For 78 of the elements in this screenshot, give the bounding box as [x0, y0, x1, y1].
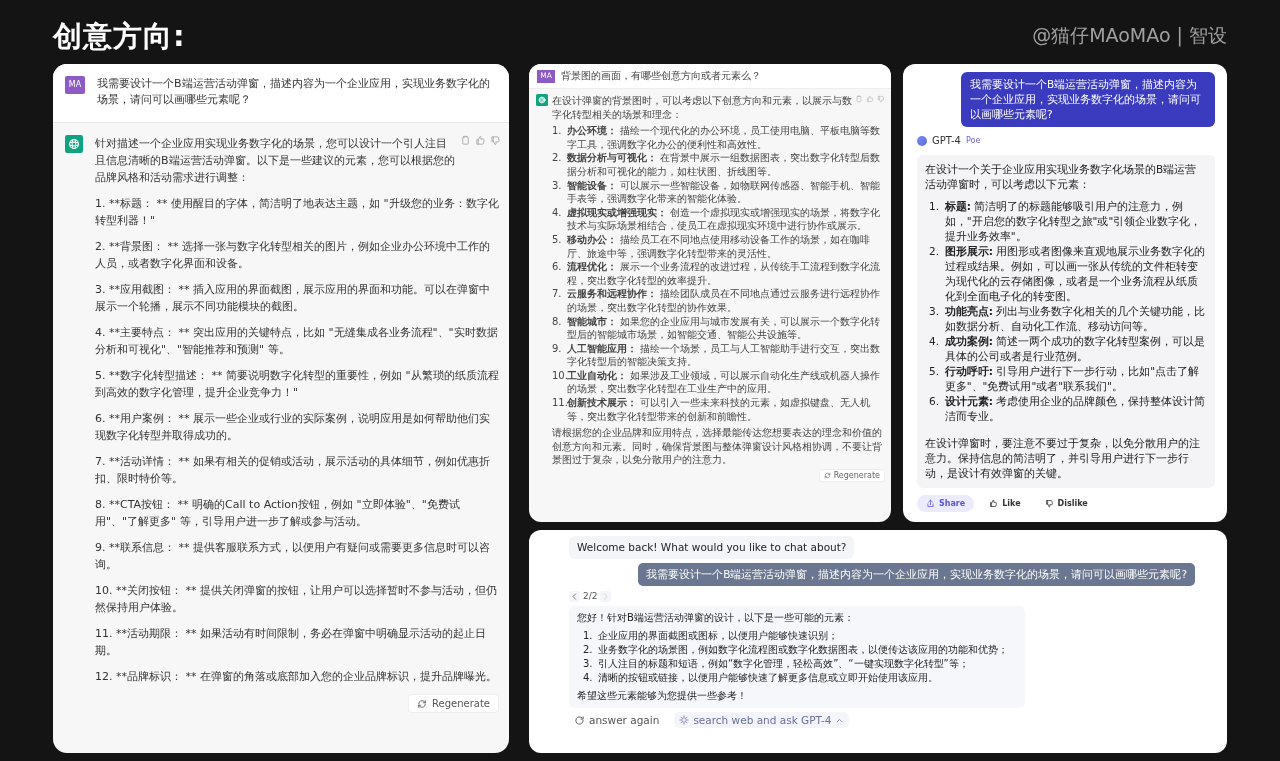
- answer-closing: 希望这些元素能够为您提供一些参考！: [577, 689, 748, 703]
- next-button[interactable]: [600, 590, 612, 602]
- thumbs-up-icon[interactable]: [475, 135, 486, 146]
- question-text: 背景图的画面，有哪些创意方向或者元素么？: [561, 69, 761, 83]
- thumbs-up-icon: [989, 499, 999, 508]
- question-text: 我需要设计一个B端运营活动弹窗，描述内容为一个企业应用，实现业务数字化的场景，请问可以画哪些元素呢？: [97, 76, 491, 108]
- regenerate-button[interactable]: Regenerate: [818, 469, 885, 483]
- list-item: 2. 图形展示: 用图形或者图像来直观地展示业务数字化的过程或结果。例如，可以画一张从传统的文件柜转变为现代化的云存储图像，或者是一个业务流程从纸质化到全面电子化的转变图。: [929, 244, 1207, 304]
- share-button[interactable]: Share: [917, 495, 975, 512]
- list-item: 3. 智能设备： 可以展示一些智能设备，如物联网传感器、智能手机、智能手表等，强调数字化带来的智能化体验。: [552, 178, 882, 206]
- list-item: 1. 标题: 简洁明了的标题能够吸引用户的注意力，例如，"开启您的数字化转型之旅"或"引领企业数字化，提升业务效率"。: [929, 199, 1203, 244]
- regenerate-icon: [417, 698, 428, 709]
- answer-closing: 请根据您的企业品牌和应用特点，选择最能传达您想要表达的理念和价值的创意方向和元素。同时，确保背景图与整体弹窗设计风格相协调，不要让背景图过于复杂，以免分散用户的注意力。: [552, 426, 883, 468]
- list-item: 6. 流程优化： 展示一个业务流程的改进过程，从传统手工流程到数字化流程，突出数字化转型的效率提升。: [552, 260, 882, 288]
- thumbs-down-icon: [1044, 499, 1054, 508]
- list-item: 5. 移动办公： 描绘员工在不同地点使用移动设备工作的场景，如在咖啡厅、旅途中等，强调数字化转型带来的灵活性。: [552, 232, 872, 261]
- chevron-left-icon: [570, 591, 579, 601]
- answer-paragraph: 7. **活动详情： ** 如果有相关的促销或活动，展示活动的具体细节，例如优惠折扣、限时特价等。: [95, 454, 491, 487]
- search-web-button[interactable]: search web and ask GPT-4: [674, 712, 850, 728]
- chatgpt-logo-icon: [536, 94, 548, 106]
- user-message-bubble: 我需要设计一个B端运营活动弹窗，描述内容为一个企业应用，实现业务数字化的场景，请问可以画哪些元素呢?: [638, 563, 1195, 586]
- answer-paragraph: 10. **关闭按钮： ** 提供关闭弹窗的按钮，让用户可以选择暂时不参与活动，但仍然保持用户体验。: [95, 583, 498, 616]
- sparkle-icon: [679, 715, 690, 725]
- answer-paragraph: 4. **主要特点： ** 突出应用的关键特点，比如 "无缝集成各业务流程"、"实时数据分析和可视化"、"智能推荐和预测" 等。: [95, 325, 499, 358]
- like-button[interactable]: Like: [980, 495, 1030, 512]
- list-item: 9. 人工智能应用： 描绘一个场景，员工与人工智能助手进行交互，突出数字化转型后的智能决策支持。: [552, 341, 882, 369]
- refresh-icon: [574, 714, 585, 726]
- answer-closing: 在设计弹窗时，要注意不要过于复杂，以免分散用户的注意力。保持信息的简洁明了，并引导用户进行下一步行动，是设计有效弹窗的关键。: [925, 436, 1201, 481]
- bot-avatar: [917, 136, 927, 146]
- platform-label: Poe: [965, 135, 981, 147]
- answer-paragraph: 12. **品牌标识： ** 在弹窗的角落或底部加入您的企业品牌标识，提升品牌曝光。: [95, 669, 498, 685]
- list-item: 2. 数据分析与可视化： 在背景中展示一组数据图表，突出数字化转型后数据分析和可视化的能力，如柱状图、折线图等。: [552, 151, 882, 179]
- share-icon: [926, 499, 935, 508]
- chatgpt-logo-icon: [65, 135, 83, 153]
- previous-button[interactable]: [569, 590, 580, 602]
- list-item: 1. 企业应用的界面截图或图标，以便用户能够快速识别；: [583, 629, 839, 643]
- user-avatar: MA: [65, 76, 85, 94]
- page-title: 创意方向:: [53, 18, 186, 55]
- answer-intro: 您好！针对B端运营活动弹窗的设计，以下是一些可能的元素：: [577, 611, 855, 625]
- regenerate-button[interactable]: Regenerate: [408, 694, 499, 713]
- list-item: 3. 功能亮点: 列出与业务数字化相关的几个关键功能，比如数据分析、自动化工作流、移动访问等。: [929, 304, 1207, 334]
- list-item: 8. 智能城市： 如果您的企业应用与城市发展有关，可以展示一个数字化转型后的智能城市场景，如智能交通、智能公共设施等。: [552, 314, 882, 342]
- welcome-message: Welcome back! What would you like to chat about?: [569, 536, 855, 559]
- answer-intro: 在设计弹窗的背景图时，可以考虑以下创意方向和元素，以展示与数字化转型相关的场景和理念：: [552, 94, 853, 122]
- answer-paragraph: 2. **背景图： ** 选择一张与数字化转型相关的图片，例如企业办公环境中工作的人员，或者数字化界面和设备。: [95, 239, 491, 272]
- copy-icon[interactable]: [460, 135, 471, 146]
- list-item: 5. 行动呼吁: 引导用户进行下一步行动，比如"点击了解更多"、"免费试用"或者"联系我们"。: [929, 364, 1201, 394]
- page-indicator: 2/2: [583, 590, 598, 602]
- answer-paragraph: 8. **CTA按钮： ** 明确的Call to Action按钮，例如 "立即体验"、"免费试用"、"了解更多" 等，引导用户进一步了解或参与活动。: [95, 497, 461, 530]
- list-item: 4. 清晰的按钮或链接，以便用户能够快速了解更多信息或立即开始使用该应用。: [583, 671, 939, 685]
- list-item: 10.工业自动化： 如果涉及工业领域，可以展示自动化生产线或机器人操作的场景，突出数字化转型在工业生产中的应用。: [552, 368, 882, 397]
- answer-again-button[interactable]: answer again: [569, 712, 665, 728]
- list-item: 1. 办公环境： 描绘一个现代化的办公环境，员工使用电脑、平板电脑等数字工具，强调数字化办公的便利性和高效性。: [552, 124, 882, 152]
- list-item: 3. 引人注目的标题和短语，例如“数字化管理，轻松高效”、“一键实现数字化转型”等；: [583, 657, 970, 671]
- copy-icon[interactable]: [855, 95, 863, 103]
- regenerate-icon: [823, 472, 831, 480]
- list-item: 11.创新技术展示： 可以引入一些未来科技的元素，如虚拟键盘、无人机等，突出数字化转型带来的创新和前瞻性。: [552, 396, 872, 424]
- answer-paragraph: 5. **数字化转型描述： ** 简要说明数字化转型的重要性，例如 "从繁琐的纸质流程到高效的数字化管理，提升企业竞争力！": [95, 368, 499, 401]
- answer-intro: 在设计一个关于企业应用实现业务数字化场景的B端运营活动弹窗时，可以考虑以下元素：: [925, 162, 1198, 192]
- list-item: 7. 云服务和远程协作： 描绘团队成员在不同地点通过云服务进行远程协作的场景，突出数字化转型的协作效果。: [552, 287, 882, 315]
- bot-name: GPT-4: [932, 134, 961, 148]
- thumbs-down-icon[interactable]: [490, 135, 501, 146]
- author-credit: @猫仔MAoMAo | 智设: [1032, 23, 1227, 49]
- list-item: 4. 成功案例: 简述一两个成功的数字化转型案例，可以是具体的公司或者是行业范例。: [929, 334, 1207, 364]
- answer-paragraph: 11. **活动期限： ** 如果活动有时间限制，务必在弹窗中明确显示活动的起止日期。: [95, 626, 487, 659]
- user-message-bubble: 我需要设计一个B端运营活动弹窗，描述内容为一个企业应用，实现业务数字化的场景，请问可以画哪些元素呢?: [961, 72, 1215, 127]
- list-item: 4. 虚拟现实或增强现实： 创造一个虚拟现实或增强现实的场景，将数字化技术与实际场景相结合，使员工在虚拟现实环境中进行协作或展示。: [552, 205, 882, 233]
- thumbs-up-icon[interactable]: [866, 95, 874, 103]
- answer-paragraph: 针对描述一个企业应用实现业务数字化的场景，您可以设计一个引人注目且信息清晰的B端运营活动弹窗。以下是一些建议的元素，您可以根据您的品牌风格和活动需求进行调整：: [95, 136, 456, 186]
- answer-paragraph: 3. **应用截图： ** 插入应用的界面截图，展示应用的界面和功能。可以在弹窗中展示一个轮播，展示不同功能模块的截图。: [95, 282, 491, 315]
- thumbs-down-icon[interactable]: [877, 95, 885, 103]
- answer-paragraph: 1. **标题： ** 使用醒目的字体，简洁明了地表达主题，如 "升级您的业务：数字化转型利器！": [95, 196, 499, 229]
- answer-paragraph: 9. **联系信息： ** 提供客服联系方式，以便用户有疑问或需要更多信息时可以咨询。: [95, 540, 491, 573]
- chevron-right-icon: [601, 591, 611, 601]
- list-item: 2. 业务数字化的场景图，例如数字化流程图或数字化数据图表，以便传达该应用的功能和优势；: [583, 643, 1009, 657]
- dislike-button[interactable]: Dislike: [1035, 495, 1097, 512]
- answer-paragraph: 6. **用户案例： ** 展示一些企业或行业的实际案例，说明应用是如何帮助他们实现数字化转型并取得成功的。: [95, 411, 491, 444]
- list-item: 6. 设计元素: 考虑使用企业的品牌颜色，保持整体设计简洁而专业。: [929, 394, 1207, 424]
